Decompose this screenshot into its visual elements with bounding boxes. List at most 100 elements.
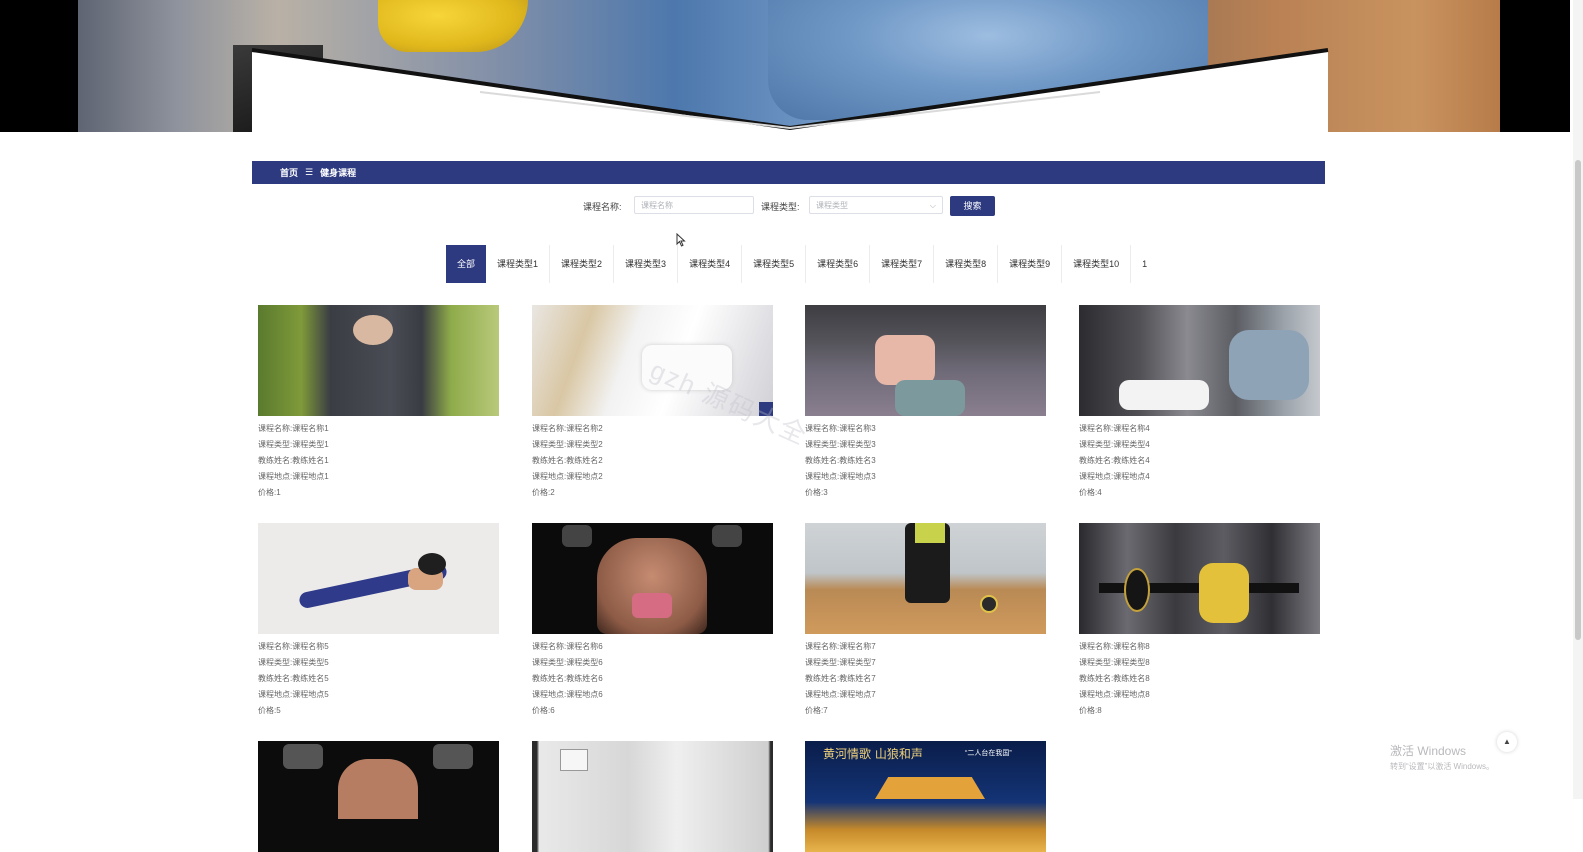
back-to-top-button[interactable]: ▲ xyxy=(1497,732,1517,752)
course-name-row: 课程名称:课程名称4 xyxy=(1079,421,1320,437)
coach-value: 教练姓名5 xyxy=(292,674,329,683)
tab-type-5[interactable]: 课程类型5 xyxy=(742,245,807,283)
course-name-label: 课程名称: xyxy=(532,424,567,433)
windows-activation-title: 激活 Windows xyxy=(1390,744,1467,758)
poster-title: 黄河情歌 山狼和声 xyxy=(823,747,923,761)
place-label: 课程地点: xyxy=(532,472,567,481)
coach-value: 教练姓名1 xyxy=(292,456,329,465)
course-name-label: 课程名称: xyxy=(532,642,567,651)
chevron-down-icon: ⌵ xyxy=(929,201,936,210)
place-value: 课程地点8 xyxy=(1113,690,1150,699)
course-name-value: 课程名称8 xyxy=(1113,642,1150,651)
search-button[interactable]: 搜索 xyxy=(950,196,995,216)
category-tabs: 全部 课程类型1 课程类型2 课程类型3 课程类型4 课程类型5 课程类型6 课… xyxy=(446,245,1158,283)
course-card[interactable]: 黄河情歌 山狼和声 “二人台在我国” xyxy=(805,741,1046,852)
tab-page-1[interactable]: 1 xyxy=(1131,245,1158,283)
course-image[interactable] xyxy=(1079,523,1320,634)
tab-type-10[interactable]: 课程类型10 xyxy=(1062,245,1132,283)
place-row: 课程地点:课程地点6 xyxy=(532,687,773,703)
course-image[interactable] xyxy=(258,523,499,634)
course-card[interactable]: 课程名称:课程名称1 课程类型:课程类型1 教练姓名:教练姓名1 课程地点:课程… xyxy=(258,305,499,501)
course-name-input[interactable]: 课程名称 xyxy=(634,196,754,214)
place-row: 课程地点:课程地点8 xyxy=(1079,687,1320,703)
tab-all[interactable]: 全部 xyxy=(446,245,487,283)
tab-type-3[interactable]: 课程类型3 xyxy=(614,245,679,283)
course-name-label: 课程名称: xyxy=(805,642,840,651)
place-row: 课程地点:课程地点1 xyxy=(258,469,499,485)
course-card[interactable]: 课程名称:课程名称6 课程类型:课程类型6 教练姓名:教练姓名6 课程地点:课程… xyxy=(532,523,773,719)
coach-label: 教练姓名: xyxy=(805,456,840,465)
course-type-value: 课程类型4 xyxy=(1113,440,1150,449)
tab-type-4[interactable]: 课程类型4 xyxy=(678,245,743,283)
course-card[interactable] xyxy=(258,741,499,852)
course-name-row: 课程名称:课程名称7 xyxy=(805,639,1046,655)
course-card[interactable]: 课程名称:课程名称4 课程类型:课程类型4 教练姓名:教练姓名4 课程地点:课程… xyxy=(1079,305,1320,501)
price-value: 5 xyxy=(276,706,281,715)
coach-value: 教练姓名3 xyxy=(839,456,876,465)
course-type-label: 课程类型: xyxy=(805,440,840,449)
course-type-value: 课程类型1 xyxy=(292,440,329,449)
tab-type-8[interactable]: 课程类型8 xyxy=(934,245,999,283)
coach-label: 教练姓名: xyxy=(805,674,840,683)
course-name-value: 课程名称3 xyxy=(839,424,876,433)
course-image[interactable] xyxy=(1079,305,1320,416)
course-card[interactable]: 课程名称:课程名称7 课程类型:课程类型7 教练姓名:教练姓名7 课程地点:课程… xyxy=(805,523,1046,719)
mouse-cursor-icon xyxy=(676,233,686,247)
tab-type-6[interactable]: 课程类型6 xyxy=(806,245,871,283)
price-label: 价格: xyxy=(805,488,824,497)
course-card[interactable] xyxy=(532,741,773,852)
price-value: 4 xyxy=(1097,488,1102,497)
course-image[interactable] xyxy=(532,523,773,634)
scrollbar-thumb[interactable] xyxy=(1575,160,1581,640)
course-card[interactable]: 课程名称:课程名称3 课程类型:课程类型3 教练姓名:教练姓名3 课程地点:课程… xyxy=(805,305,1046,501)
course-type-label: 课程类型: xyxy=(1079,658,1114,667)
course-image[interactable]: 黄河情歌 山狼和声 “二人台在我国” xyxy=(805,741,1046,852)
coach-label: 教练姓名: xyxy=(1079,674,1114,683)
hero-chevron-overlay xyxy=(251,48,1329,132)
course-type-label: 课程类型: xyxy=(805,658,840,667)
course-type-row: 课程类型:课程类型7 xyxy=(805,655,1046,671)
coach-row: 教练姓名:教练姓名4 xyxy=(1079,453,1320,469)
coach-row: 教练姓名:教练姓名8 xyxy=(1079,671,1320,687)
course-name-value: 课程名称4 xyxy=(1113,424,1150,433)
course-type-select[interactable]: 课程类型 ⌵ xyxy=(809,196,943,214)
caret-up-icon: ▲ xyxy=(1503,737,1511,746)
place-row: 课程地点:课程地点4 xyxy=(1079,469,1320,485)
place-row: 课程地点:课程地点2 xyxy=(532,469,773,485)
course-type-value: 课程类型6 xyxy=(566,658,603,667)
course-image[interactable] xyxy=(258,741,499,852)
page-scrollbar[interactable] xyxy=(1573,0,1583,799)
windows-activation-subtitle: 转到“设置”以激活 Windows。 xyxy=(1390,762,1495,771)
course-image[interactable] xyxy=(532,741,773,852)
course-name-label: 课程名称: xyxy=(258,424,293,433)
coach-row: 教练姓名:教练姓名2 xyxy=(532,453,773,469)
course-name-value: 课程名称5 xyxy=(292,642,329,651)
price-value: 7 xyxy=(823,706,828,715)
coach-row: 教练姓名:教练姓名1 xyxy=(258,453,499,469)
tab-type-9[interactable]: 课程类型9 xyxy=(998,245,1063,283)
price-value: 1 xyxy=(276,488,281,497)
price-label: 价格: xyxy=(1079,488,1098,497)
price-value: 2 xyxy=(550,488,555,497)
course-card[interactable]: 课程名称:课程名称5 课程类型:课程类型5 教练姓名:教练姓名5 课程地点:课程… xyxy=(258,523,499,719)
course-card[interactable]: 课程名称:课程名称8 课程类型:课程类型8 教练姓名:教练姓名8 课程地点:课程… xyxy=(1079,523,1320,719)
course-image[interactable] xyxy=(805,305,1046,416)
price-row: 价格:1 xyxy=(258,485,499,501)
tab-type-7[interactable]: 课程类型7 xyxy=(870,245,935,283)
coach-row: 教练姓名:教练姓名5 xyxy=(258,671,499,687)
breadcrumb-home-link[interactable]: 首页 xyxy=(280,166,298,179)
place-label: 课程地点: xyxy=(258,472,293,481)
tab-type-2[interactable]: 课程类型2 xyxy=(550,245,615,283)
course-image[interactable] xyxy=(258,305,499,416)
coach-value: 教练姓名6 xyxy=(566,674,603,683)
place-value: 课程地点3 xyxy=(839,472,876,481)
breadcrumb-current: 健身课程 xyxy=(320,168,357,178)
windows-activation-notice: 激活 Windows 转到“设置”以激活 Windows。 xyxy=(1390,742,1494,772)
place-label: 课程地点: xyxy=(805,472,840,481)
course-image[interactable] xyxy=(805,523,1046,634)
course-name-label: 课程名称: xyxy=(583,202,622,212)
tab-type-1[interactable]: 课程类型1 xyxy=(486,245,551,283)
price-row: 价格:4 xyxy=(1079,485,1320,501)
coach-label: 教练姓名: xyxy=(1079,456,1114,465)
course-type-value: 课程类型8 xyxy=(1113,658,1150,667)
